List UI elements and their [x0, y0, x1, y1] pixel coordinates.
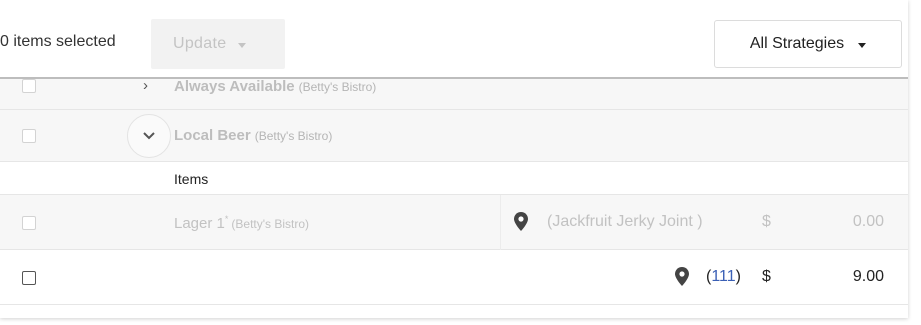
item-price[interactable]: 9.00	[853, 268, 884, 286]
selected-count: 0 items selected	[0, 33, 116, 50]
group-title: Always Available (Betty's Bistro)	[174, 78, 376, 95]
item-row-active: (111) $ 9.00	[0, 250, 908, 305]
column-divider	[500, 195, 501, 250]
item-restaurant: (Betty's Bistro)	[231, 217, 310, 231]
caret-down-icon	[858, 42, 867, 48]
group-restaurant: (Betty's Bistro)	[298, 80, 377, 94]
group-title: Local Beer (Betty's Bistro)	[174, 127, 332, 144]
caret-down-icon	[238, 42, 247, 48]
items-header: Items	[174, 171, 209, 187]
item-checkbox[interactable]	[22, 271, 36, 285]
map-pin-icon	[514, 212, 528, 231]
menu-items-panel: 0 items selected Update All Strategies ›…	[0, 0, 908, 318]
group-restaurant: (Betty's Bistro)	[254, 129, 333, 143]
chevron-right-icon[interactable]: ›	[143, 77, 148, 94]
map-pin-icon	[675, 267, 689, 286]
strategies-label: All Strategies	[749, 35, 845, 52]
update-dropdown-button[interactable]: Update	[151, 19, 285, 69]
item-row-lager: Lager 1* (Betty's Bistro) (Jackfruit Jerk…	[0, 195, 908, 250]
items-header-row: Items	[0, 162, 908, 195]
group-name: Always Available	[174, 78, 295, 95]
collapse-toggle[interactable]	[127, 114, 171, 158]
item-marker: *	[224, 214, 229, 224]
item-name: Lager 1* (Betty's Bistro)	[174, 214, 309, 232]
item-location: (111)	[706, 268, 741, 286]
chevron-down-icon	[143, 132, 155, 140]
group-name: Local Beer	[174, 127, 251, 144]
currency-symbol: $	[762, 268, 771, 285]
location-count-link[interactable]: 111	[711, 268, 735, 285]
group-checkbox[interactable]	[22, 79, 36, 93]
item-price: 0.00	[852, 213, 884, 230]
currency-symbol: $	[762, 213, 771, 230]
item-checkbox[interactable]	[22, 216, 36, 230]
item-name-text: Lager 1	[174, 215, 225, 232]
paren-close: )	[735, 268, 741, 285]
group-row-local-beer: Local Beer (Betty's Bistro)	[0, 110, 908, 162]
strategies-dropdown[interactable]: All Strategies	[714, 20, 902, 68]
group-checkbox[interactable]	[22, 129, 36, 143]
bulk-actions-toolbar: 0 items selected Update All Strategies	[0, 0, 908, 79]
update-label: Update	[173, 35, 227, 52]
item-location: (Jackfruit Jerky Joint )	[547, 213, 703, 230]
